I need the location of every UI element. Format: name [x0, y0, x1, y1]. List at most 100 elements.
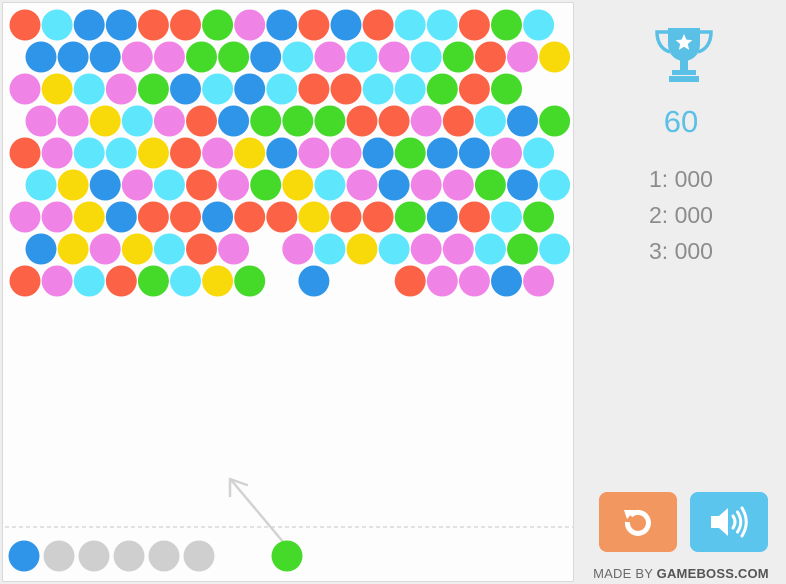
bubble-green: [523, 201, 555, 233]
bubble-pink: [426, 265, 458, 297]
bubble-yellow: [298, 201, 330, 233]
bubble-pink: [410, 233, 442, 265]
bubble-red: [362, 9, 394, 41]
bubble-green: [202, 9, 234, 41]
credit-made-by: MADE BY: [593, 566, 653, 581]
bubble-red: [378, 105, 410, 137]
bubble-pink: [25, 105, 57, 137]
bubble-yellow: [234, 137, 266, 169]
bubble-blue: [25, 41, 57, 73]
bubble-cyan: [426, 9, 458, 41]
bubble-red: [9, 265, 41, 297]
bubble-red: [474, 41, 506, 73]
bubble-red: [298, 9, 330, 41]
bubble-field[interactable]: [3, 3, 574, 582]
sidebar: 60 1: 000 2: 000 3: 000 MADE BY GAMEBOSS…: [576, 0, 786, 584]
bubble-green: [234, 265, 266, 297]
bubble-pink: [523, 265, 555, 297]
sound-toggle-button[interactable]: [690, 492, 768, 552]
bubble-pink: [121, 41, 153, 73]
bubble-blue: [250, 41, 282, 73]
bubble-yellow: [346, 233, 378, 265]
bubble-red: [298, 73, 330, 105]
bubble-green: [282, 105, 314, 137]
current-bubble[interactable]: [271, 540, 303, 572]
bubble-blue: [507, 105, 538, 137]
restart-button[interactable]: [599, 492, 677, 552]
bubble-yellow: [89, 105, 121, 137]
bubble-cyan: [73, 137, 105, 169]
bubble-red: [9, 137, 41, 169]
bubble-pink: [41, 201, 73, 233]
bubble-blue: [234, 73, 266, 105]
bubble-yellow: [57, 169, 89, 201]
bubble-red: [170, 9, 201, 41]
speaker-icon: [711, 506, 748, 538]
bubble-cyan: [539, 233, 571, 265]
bubble-blue: [89, 41, 121, 73]
high-score-1: 1: 000: [649, 166, 713, 192]
bubble-cyan: [539, 169, 571, 201]
bubble-pink: [346, 169, 378, 201]
bubble-pink: [202, 137, 234, 169]
bubble-yellow: [137, 137, 169, 169]
bubble-red: [330, 201, 362, 233]
bubble-blue: [266, 137, 298, 169]
bubble-red: [394, 265, 426, 297]
bubble-red: [137, 201, 169, 233]
bubble-cyan: [121, 105, 153, 137]
bubble-cyan: [153, 169, 185, 201]
trophy-icon: [655, 28, 713, 82]
bubble-cyan: [491, 201, 522, 233]
bubble-blue: [73, 9, 105, 41]
bubble-blue: [378, 169, 410, 201]
bubble-pink: [153, 41, 185, 73]
bubble-pink: [89, 233, 121, 265]
game-board[interactable]: [2, 2, 574, 582]
queue-slot: [78, 540, 110, 572]
bubble-green: [426, 73, 458, 105]
bubble-pink: [458, 265, 490, 297]
bubble-red: [442, 105, 474, 137]
bubble-cyan: [73, 73, 105, 105]
bubble-cyan: [282, 41, 314, 73]
bubble-green: [186, 41, 217, 73]
bubble-green: [539, 105, 571, 137]
bubble-pink: [105, 73, 137, 105]
restart-icon: [624, 509, 651, 536]
bubble-grid: [9, 9, 571, 297]
queue-slot: [148, 540, 180, 572]
bubble-green: [314, 105, 346, 137]
bubble-blue: [25, 233, 57, 265]
bubble-pink: [410, 169, 442, 201]
bubble-blue: [507, 169, 538, 201]
bubble-yellow: [121, 233, 153, 265]
bubble-blue: [491, 265, 522, 297]
bubble-green: [137, 73, 169, 105]
bubble-pink: [442, 169, 474, 201]
credit-brand[interactable]: GAMEBOSS.COM: [657, 566, 769, 581]
bubble-pink: [9, 73, 41, 105]
bubble-green: [250, 169, 282, 201]
bubble-blue: [105, 9, 137, 41]
bubble-cyan: [394, 73, 426, 105]
bubble-pink: [282, 233, 314, 265]
bubble-red: [458, 9, 490, 41]
bubble-red: [186, 233, 217, 265]
bubble-red: [266, 201, 298, 233]
bubble-green: [250, 105, 282, 137]
bubble-red: [170, 137, 201, 169]
credit-line[interactable]: MADE BY GAMEBOSS.COM: [576, 566, 786, 581]
bubble-green: [218, 41, 250, 73]
bubble-red: [9, 9, 41, 41]
bubble-green: [394, 201, 426, 233]
bubble-blue: [202, 201, 234, 233]
bubble-red: [362, 201, 394, 233]
bubble-cyan: [394, 9, 426, 41]
bubble-red: [186, 169, 217, 201]
bubble-blue: [298, 265, 330, 297]
bubble-yellow: [41, 73, 73, 105]
bubble-cyan: [73, 265, 105, 297]
bubble-pink: [410, 105, 442, 137]
bubble-pink: [507, 41, 538, 73]
